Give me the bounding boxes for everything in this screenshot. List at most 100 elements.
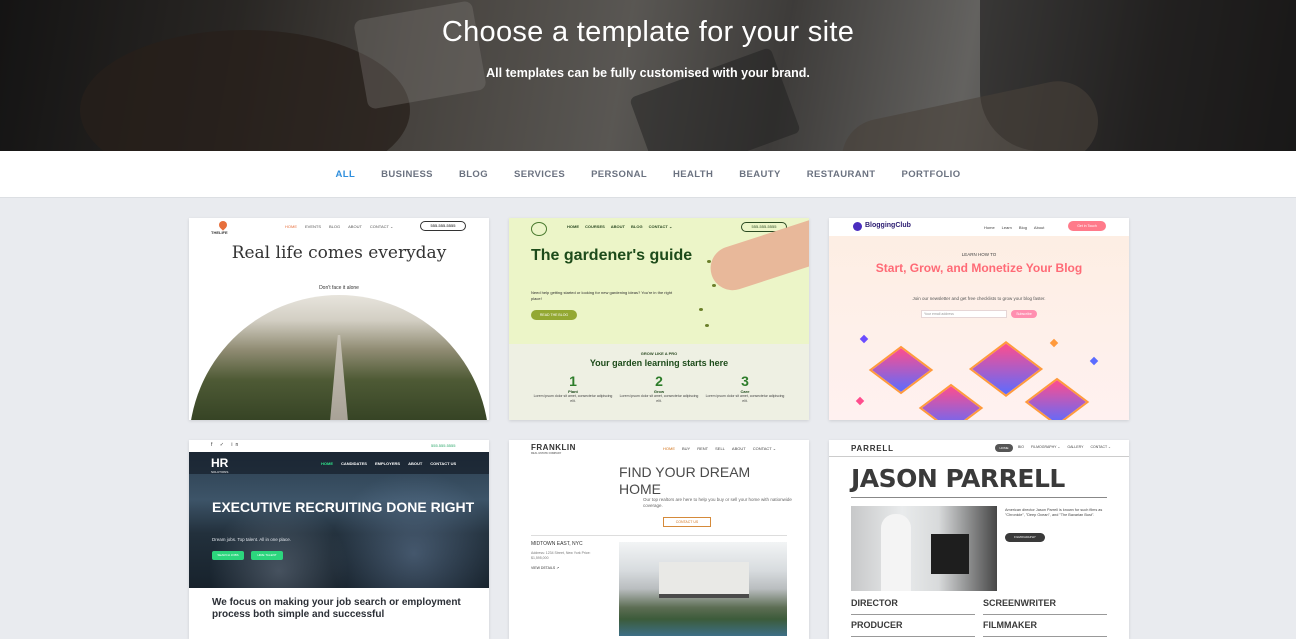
listing-location: MIDTOWN EAST, NYC (531, 541, 583, 547)
template-headline: JASON PARRELL (851, 464, 1065, 493)
divider (531, 535, 787, 536)
template-card-thelife[interactable]: THELIFE HOME EVENTS BLOG ABOUT CONTACT ⌄… (189, 218, 489, 420)
nav-link: FILMOGRAPHY ⌄ (1031, 445, 1061, 449)
template-subheadline: Dream jobs. Top talent. All in one place… (212, 537, 291, 542)
template-card-blogging-club[interactable]: BloggingClub Home Learn Blog About Get i… (829, 218, 1129, 420)
template-nav: BloggingClub Home Learn Blog About Get i… (829, 218, 1129, 236)
template-logo: FRANKLIN REAL ESTATE COMPANY (531, 443, 576, 455)
step-number: 2 (655, 373, 663, 389)
nav-link: CONTACT US (430, 461, 457, 466)
hero-banner: Choose a template for your site All temp… (0, 0, 1296, 151)
nav-link: ABOUT (610, 224, 626, 229)
nav-link: HOME (567, 224, 579, 229)
nav-link: CONTACT ⌄ (752, 446, 777, 451)
template-headline: Start, Grow, and Monetize Your Blog (875, 261, 1083, 275)
template-headline: FIND YOUR DREAM HOME (619, 464, 751, 497)
forest-road-image (189, 295, 489, 420)
cube-image (1024, 377, 1090, 420)
template-card-franklin[interactable]: FRANKLIN REAL ESTATE COMPANY HOME BUY RE… (509, 440, 809, 639)
tab-portfolio[interactable]: PORTFOLIO (902, 169, 961, 180)
template-nav-links: HOME COURSES ABOUT BLOG CONTACT ⌄ (567, 224, 672, 229)
tab-services[interactable]: SERVICES (514, 169, 565, 180)
template-button: SEARCH JOBS (212, 551, 244, 560)
tab-restaurant[interactable]: RESTAURANT (807, 169, 876, 180)
nav-link: SELL (715, 446, 725, 451)
role-label: PRODUCER (851, 620, 903, 630)
template-logo: PARRELL (851, 444, 894, 453)
cube-image (968, 341, 1044, 397)
divider (829, 456, 1129, 457)
template-phone: 555-555-5555 (420, 221, 466, 231)
step-desc: Lorem ipsum dolor sit amet, consectetur … (619, 394, 699, 403)
nav-link: ABOUT (731, 446, 746, 451)
section-title: Your garden learning starts here (589, 358, 729, 368)
nav-link: BUY (682, 446, 691, 451)
template-logo: BloggingClub (865, 222, 911, 229)
nav-link: Blog (1018, 225, 1027, 230)
tab-business[interactable]: BUSINESS (381, 169, 433, 180)
template-nav-links: BIO FILMOGRAPHY ⌄ GALLERY CONTACT ⌄ (1018, 445, 1111, 449)
template-nav-links: HOME CANDIDATES EMPLOYERS ABOUT CONTACT … (321, 461, 456, 466)
nav-link: CONTACT ⌄ (369, 224, 394, 229)
tab-health[interactable]: HEALTH (673, 169, 713, 180)
template-nav-links: HOME BUY RENT SELL ABOUT CONTACT ⌄ (663, 446, 776, 451)
nav-link: ABOUT (348, 224, 362, 229)
flame-logo-icon (217, 219, 229, 231)
blog-logo-icon (853, 222, 862, 231)
template-card-hr-solutions[interactable]: f ✓ in 555.555.5555 HR SOLUTIONS HOME CA… (189, 440, 489, 639)
house-shape (659, 562, 749, 598)
nav-link: RENT (697, 446, 709, 451)
logo-subtext: SOLUTIONS (211, 470, 229, 474)
sparkle-icon (855, 396, 865, 406)
template-logo: HR SOLUTIONS (211, 456, 228, 474)
step-item: 1 Plant Lorem ipsum dolor sit amet, cons… (533, 373, 613, 404)
role-label: FILMMAKER (983, 620, 1037, 630)
template-body-heading: We focus on making your job search or em… (212, 597, 461, 620)
seed-icon (699, 308, 703, 311)
tab-personal[interactable]: PERSONAL (591, 169, 647, 180)
leaf-logo-icon (531, 222, 547, 236)
nav-link: BLOG (631, 224, 643, 229)
step-item: 3 Care Lorem ipsum dolor sit amet, conse… (705, 373, 785, 404)
template-kicker: LEARN HOW TO (961, 252, 997, 257)
category-tabs: ALL BUSINESS BLOG SERVICES PERSONAL HEAL… (0, 151, 1296, 198)
director-photo (851, 506, 997, 591)
template-card-parrell[interactable]: PARRELL HOME BIO FILMOGRAPHY ⌄ GALLERY C… (829, 440, 1129, 639)
seed-icon (707, 260, 711, 263)
sparkle-icon (859, 334, 869, 344)
cube-image (918, 383, 984, 420)
template-headline: EXECUTIVE RECRUITING DONE RIGHT (212, 499, 475, 515)
template-button: FILMOGRAPHY (1005, 533, 1045, 542)
view-details-link: VIEW DETAILS ↗ (531, 566, 560, 570)
tab-beauty[interactable]: BEAUTY (739, 169, 780, 180)
divider (851, 497, 1107, 498)
tab-blog[interactable]: BLOG (459, 169, 488, 180)
nav-link: CONTACT ⌄ (1090, 445, 1111, 449)
nav-link: ABOUT (408, 461, 423, 466)
seed-icon (712, 284, 716, 287)
camera-shape (931, 534, 969, 574)
sparkle-icon (1089, 356, 1099, 366)
listing-address: Address: 1234 Street, New York Price: $1… (531, 551, 591, 560)
tab-all[interactable]: ALL (335, 169, 355, 180)
nav-link: CANDIDATES (341, 461, 367, 466)
social-icons: f ✓ in (211, 442, 242, 448)
template-headline: Real life comes everyday (231, 243, 447, 263)
template-card-gardener[interactable]: HOME COURSES ABOUT BLOG CONTACT ⌄ 555-55… (509, 218, 809, 420)
template-hero-section: HOME COURSES ABOUT BLOG CONTACT ⌄ 555-55… (509, 218, 809, 344)
nav-link: BIO (1018, 445, 1025, 449)
divider (851, 614, 975, 615)
nav-link: About (1033, 225, 1045, 230)
divider (983, 636, 1107, 637)
sparkle-icon (1049, 338, 1059, 348)
template-cta-button: Get in Touch (1068, 221, 1106, 231)
nav-link: HOME (285, 224, 297, 229)
template-nav-links: HOME EVENTS BLOG ABOUT CONTACT ⌄ (285, 224, 393, 229)
template-headline: The gardener's guide (531, 247, 693, 264)
nav-link: EVENTS (305, 224, 322, 229)
cube-image (868, 345, 934, 395)
house-image (619, 542, 787, 636)
nav-link: Learn (1001, 225, 1012, 230)
template-subheadline: Join our newsletter and get free checkli… (912, 296, 1046, 301)
template-body-text: Our top realtors are here to help you bu… (643, 497, 792, 508)
